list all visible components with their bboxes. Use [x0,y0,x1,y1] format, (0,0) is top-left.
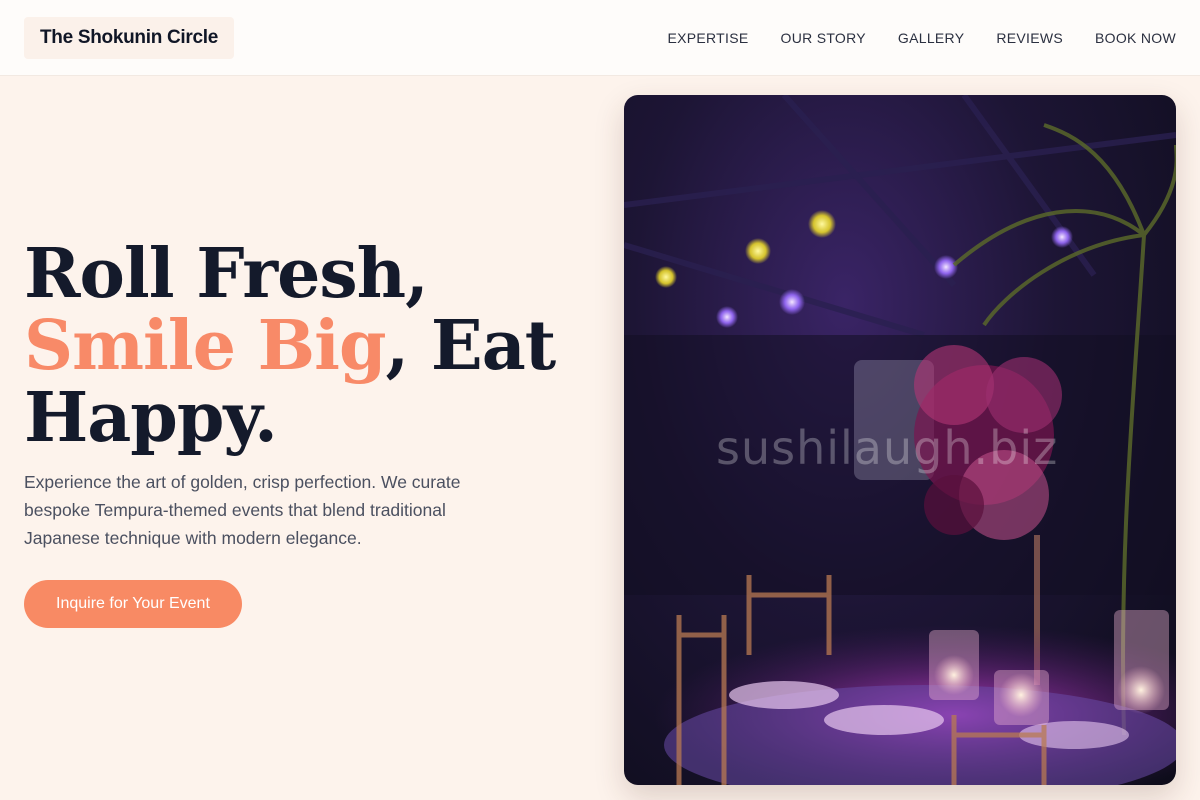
inquire-button[interactable]: Inquire for Your Event [24,580,242,628]
headline-line-3: Happy. [24,378,278,458]
main-nav: EXPERTISE OUR STORY GALLERY REVIEWS BOOK… [667,30,1176,46]
hero-text-block: Roll Fresh, Smile Big, Eat Happy. Experi… [24,238,564,628]
brand-logo[interactable]: The Shokunin Circle [24,16,234,59]
nav-link-book-now[interactable]: BOOK NOW [1095,30,1176,46]
nav-link-our-story[interactable]: OUR STORY [781,30,866,46]
headline-line-1: Roll Fresh, [24,234,429,314]
nav-link-gallery[interactable]: GALLERY [898,30,964,46]
headline-after-accent: , Eat [385,306,557,386]
nav-link-expertise[interactable]: EXPERTISE [667,30,748,46]
hero-event-photo: sushilaugh.biz [624,95,1176,785]
headline-accent: Smile Big [24,306,387,386]
photo-watermark: sushilaugh.biz [716,421,1059,475]
nav-link-reviews[interactable]: REVIEWS [996,30,1063,46]
hero-headline: Roll Fresh, Smile Big, Eat Happy. [24,238,564,454]
hero-description: Experience the art of golden, crisp perf… [24,472,461,548]
top-navigation-bar: The Shokunin Circle EXPERTISE OUR STORY … [0,0,1200,76]
